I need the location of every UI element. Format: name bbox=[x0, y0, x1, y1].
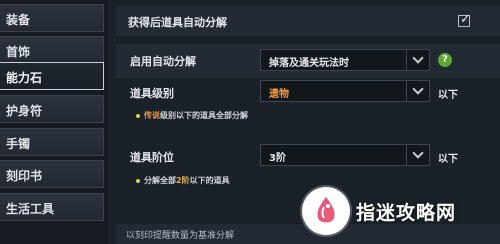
tab-label: 手镯 bbox=[6, 137, 31, 151]
tab-label: 生活工具 bbox=[6, 202, 55, 216]
enable-select[interactable]: 掉落及通关玩法时 bbox=[260, 49, 430, 71]
grade-suffix: 以下 bbox=[438, 90, 458, 101]
tier-label: 道具阶位 bbox=[130, 151, 174, 164]
grade-select-value: 遗物 bbox=[269, 89, 289, 100]
tier-select-value: 3阶 bbox=[269, 153, 286, 164]
tab-engraving-book[interactable]: 刻印书 bbox=[0, 160, 104, 188]
grade-label: 道具级别 bbox=[130, 87, 174, 100]
watermark-logo bbox=[302, 187, 350, 235]
tab-accessories[interactable]: 首饰 bbox=[0, 36, 104, 64]
footer-text: 以刻印提醒数量为基准分解 bbox=[126, 231, 235, 241]
tab-ability-stone[interactable]: 能力石 bbox=[0, 62, 104, 90]
enable-select-value: 掉落及通关玩法时 bbox=[269, 58, 349, 69]
help-icon[interactable]: ? bbox=[438, 53, 452, 67]
auto-decompose-label: 获得后道具自动分解 bbox=[128, 16, 227, 29]
chevron-down-icon bbox=[406, 81, 429, 101]
tab-amulet[interactable]: 护身符 bbox=[0, 95, 104, 123]
tier-suffix: 以下 bbox=[438, 154, 458, 165]
tab-label: 刻印书 bbox=[6, 169, 43, 183]
tab-equipment[interactable]: 装备 bbox=[0, 4, 104, 32]
watermark-text: 指迷攻略网 bbox=[356, 202, 457, 224]
chevron-down-icon bbox=[406, 145, 429, 165]
tier-note: 分解全部2阶以下的道具 bbox=[136, 175, 230, 186]
tab-life-tools[interactable]: 生活工具 bbox=[0, 193, 104, 221]
grade-select[interactable]: 遗物 bbox=[260, 80, 430, 102]
bullet-icon bbox=[136, 113, 140, 118]
tier-select[interactable]: 3阶 bbox=[260, 144, 430, 166]
check-icon: ✓ bbox=[460, 12, 471, 27]
bullet-icon bbox=[136, 178, 140, 183]
chevron-down-icon bbox=[406, 50, 429, 70]
grade-note: 传说级别以下的道具全部分解 bbox=[136, 110, 248, 121]
tab-label: 装备 bbox=[6, 13, 31, 27]
tab-bracelet[interactable]: 手镯 bbox=[0, 128, 104, 156]
auto-decompose-checkbox[interactable]: ✓ bbox=[458, 12, 471, 27]
tab-label: 能力石 bbox=[6, 71, 43, 85]
tab-label: 护身符 bbox=[6, 104, 43, 118]
category-sidebar: 装备 首饰 能力石 护身符 手镯 刻印书 生活工具 bbox=[0, 0, 108, 244]
enable-label: 启用自动分解 bbox=[130, 55, 196, 68]
tab-label: 首饰 bbox=[6, 45, 31, 59]
